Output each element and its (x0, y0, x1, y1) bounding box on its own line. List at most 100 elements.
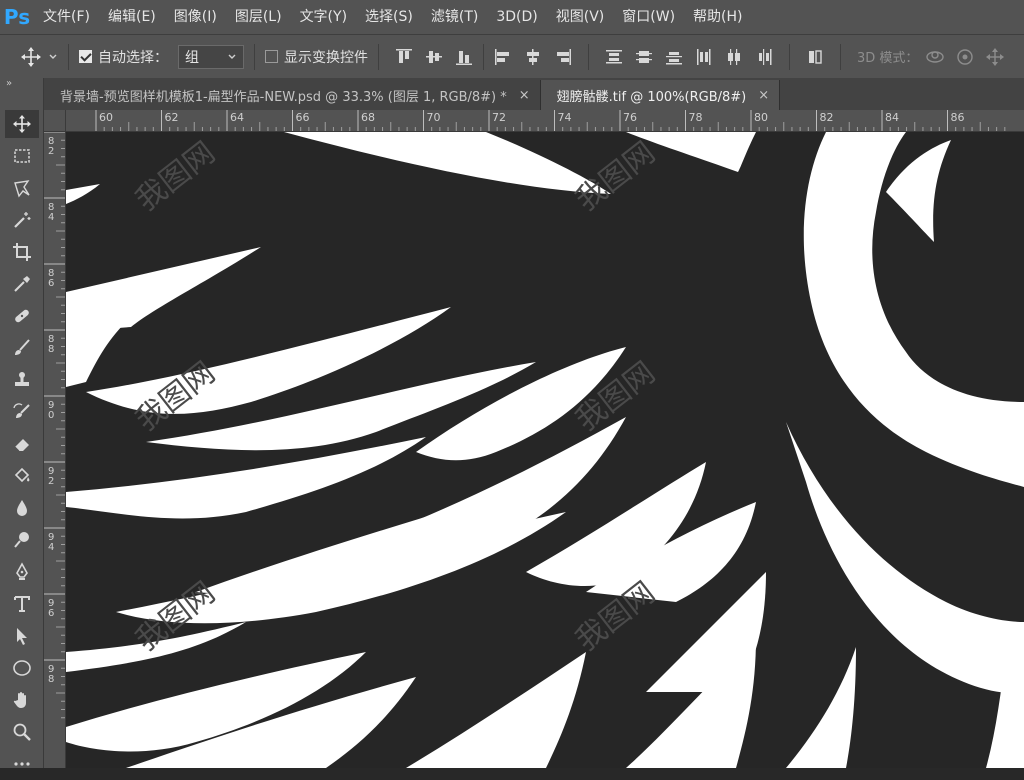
tool-paint-bucket[interactable] (0, 460, 44, 492)
move-tool-icon (5, 110, 39, 138)
ruler-label: 6 (48, 278, 54, 289)
magic-wand-icon (12, 210, 32, 230)
menu-3d[interactable]: 3D(D) (487, 0, 546, 34)
tool-blur[interactable] (0, 492, 44, 524)
menu-window[interactable]: 窗口(W) (613, 0, 684, 34)
document-tab[interactable]: 背景墙-预览图样机模板1-扁型作品-NEW.psd @ 33.3% (图层 1,… (44, 80, 541, 110)
move-tool-icon (20, 46, 42, 68)
ruler-label: 4 (48, 542, 54, 553)
ruler-origin[interactable] (44, 110, 66, 132)
show-transform-label: 显示变换控件 (284, 49, 368, 66)
menu-image[interactable]: 图像(I) (165, 0, 226, 34)
vertical-ruler[interactable]: 828486889092949698 (44, 132, 66, 768)
clone-stamp-icon (12, 370, 32, 390)
distribute-bottom-icon[interactable] (663, 46, 685, 68)
menu-view[interactable]: 视图(V) (547, 0, 614, 34)
tool-path-selection[interactable] (0, 620, 44, 652)
pen-tool-icon (12, 562, 32, 582)
3d-orbit-icon[interactable] (924, 46, 946, 68)
close-icon[interactable]: × (758, 88, 769, 103)
tool-zoom[interactable] (0, 716, 44, 748)
divider (254, 43, 255, 70)
tool-magic-wand[interactable] (0, 204, 44, 236)
3d-roll-icon[interactable] (954, 46, 976, 68)
align-bottom-icon[interactable] (453, 46, 475, 68)
tool-clone-stamp[interactable] (0, 364, 44, 396)
collapse-toggle-icon[interactable]: » (0, 78, 43, 108)
auto-align-layers-icon[interactable] (804, 46, 826, 68)
menu-select[interactable]: 选择(S) (356, 0, 422, 34)
tool-brush[interactable] (0, 332, 44, 364)
menu-help[interactable]: 帮助(H) (684, 0, 751, 34)
divider (789, 43, 790, 70)
ruler-label: 8 (48, 344, 54, 355)
menu-file[interactable]: 文件(F) (34, 0, 99, 34)
tool-history-brush[interactable] (0, 396, 44, 428)
ruler-label: 0 (48, 410, 54, 421)
ruler-ticks: 828486889092949698 (44, 132, 65, 719)
ruler-label: 76 (623, 111, 637, 124)
align-right-icon[interactable] (552, 46, 574, 68)
auto-select-checkbox[interactable] (79, 50, 92, 63)
chevron-down-icon (227, 52, 237, 62)
path-selection-icon (12, 626, 32, 646)
brush-tool-icon (12, 338, 32, 358)
show-transform-option[interactable]: 显示变换控件 (265, 35, 368, 79)
show-transform-checkbox[interactable] (265, 50, 278, 63)
menu-edit[interactable]: 编辑(E) (99, 0, 165, 34)
divider (68, 43, 69, 70)
eyedropper-icon (12, 274, 32, 294)
ellipse-tool-icon (12, 658, 32, 678)
distribute-left-icon[interactable] (693, 46, 715, 68)
tool-dodge[interactable] (0, 524, 44, 556)
document-canvas[interactable]: 我图网 我图网 我图网 我图网 我图网 我图网 (66, 132, 1024, 768)
blur-tool-icon (12, 498, 32, 518)
ruler-label: 78 (689, 111, 703, 124)
document-tab-bar: 背景墙-预览图样机模板1-扁型作品-NEW.psd @ 33.3% (图层 1,… (44, 78, 1024, 110)
align-vertical-center-icon[interactable] (423, 46, 445, 68)
menu-bar: Ps 文件(F) 编辑(E) 图像(I) 图层(L) 文字(Y) 选择(S) 滤… (0, 0, 1024, 34)
auto-select-option[interactable]: 自动选择： 组 (79, 35, 244, 79)
tool-marquee[interactable] (0, 140, 44, 172)
ruler-label: 86 (951, 111, 965, 124)
tool-crop[interactable] (0, 236, 44, 268)
ruler-label: 4 (48, 212, 54, 223)
marquee-tool-icon (12, 146, 32, 166)
3d-pan-icon[interactable] (984, 46, 1006, 68)
ruler-label: 2 (48, 146, 54, 157)
hand-tool-icon (12, 690, 32, 710)
close-icon[interactable]: × (519, 88, 530, 103)
ruler-label: 82 (820, 111, 834, 124)
tool-type[interactable] (0, 588, 44, 620)
auto-select-target-dropdown[interactable]: 组 (178, 44, 244, 69)
ruler-label: 66 (296, 111, 310, 124)
distribute-right-icon[interactable] (753, 46, 775, 68)
dodge-tool-icon (12, 530, 32, 550)
healing-brush-icon (12, 306, 32, 326)
align-left-icon[interactable] (492, 46, 514, 68)
tool-more[interactable] (0, 748, 44, 780)
tool-pen[interactable] (0, 556, 44, 588)
align-top-icon[interactable] (393, 46, 415, 68)
tool-lasso[interactable] (0, 172, 44, 204)
menu-type[interactable]: 文字(Y) (291, 0, 356, 34)
document-tab-active[interactable]: 翅膀骷髅.tif @ 100%(RGB/8#) × (540, 80, 781, 110)
app-logo: Ps (3, 5, 31, 29)
distribute-top-icon[interactable] (603, 46, 625, 68)
tool-ellipse[interactable] (0, 652, 44, 684)
horizontal-ruler[interactable]: 60 62 64 66 68 70 72 74 76 78 80 82 84 86 (66, 110, 1024, 132)
tool-eyedropper[interactable] (0, 268, 44, 300)
menu-filter[interactable]: 滤镜(T) (422, 0, 487, 34)
tool-preset-picker[interactable] (20, 35, 58, 79)
ruler-label: 2 (48, 476, 54, 487)
menu-layer[interactable]: 图层(L) (226, 0, 291, 34)
tool-hand[interactable] (0, 684, 44, 716)
distribute-vertical-center-icon[interactable] (633, 46, 655, 68)
distribute-horizontal-center-icon[interactable] (723, 46, 745, 68)
tool-healing-brush[interactable] (0, 300, 44, 332)
zoom-tool-icon (12, 722, 32, 742)
ruler-label: 80 (754, 111, 768, 124)
tool-eraser[interactable] (0, 428, 44, 460)
tool-move[interactable] (0, 108, 44, 140)
align-horizontal-center-icon[interactable] (522, 46, 544, 68)
